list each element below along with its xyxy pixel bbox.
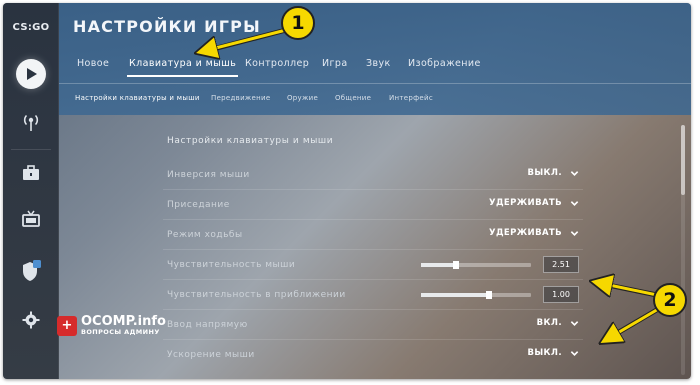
setting-label: Чувствительность мыши [167,260,296,270]
tv-icon [22,210,40,227]
tab-keyboard-mouse[interactable]: Клавиатура и мышь [127,58,239,77]
dropdown-value: ВЫКЛ. [527,348,562,358]
chevron-down-icon [570,230,579,236]
setting-row-invert-mouse: Инверсия мыши ВЫКЛ. [163,160,583,190]
subtab-weapons[interactable]: Оружие [287,94,318,102]
zoom-sensitivity-slider[interactable] [421,291,531,299]
mouse-sensitivity-slider[interactable] [421,261,531,269]
crouch-dropdown[interactable]: УДЕРЖИВАТЬ [489,198,579,208]
subtab-interface[interactable]: Интерфейс [389,94,433,102]
dropdown-value: ВЫКЛ. [527,168,562,178]
setting-label: Чувствительность в приближении [167,290,346,300]
sidebar-divider [11,149,51,150]
watermark-name: OCOMP.info [81,314,166,329]
setting-row-zoom-sensitivity: Чувствительность в приближении 1.00 [163,280,583,310]
sidebar-settings-button[interactable] [16,305,46,335]
play-button[interactable] [16,59,46,89]
sidebar-broadcast-button[interactable] [16,107,46,137]
slider-fill [421,263,457,267]
gear-icon [22,311,40,329]
sidebar-inventory-button[interactable] [16,158,46,188]
walk-mode-dropdown[interactable]: УДЕРЖИВАТЬ [489,228,579,238]
setting-label: Приседание [167,200,230,210]
invert-mouse-dropdown[interactable]: ВЫКЛ. [527,168,579,178]
play-icon [27,68,37,80]
game-settings-window: CS:GO НАСТРОЙКИ ИГРЫ Новое Клавиатура и … [3,3,691,379]
watermark-subtitle: ВОПРОСЫ АДМИНУ [81,328,160,336]
slider-fill [421,293,490,297]
tab-sound[interactable]: Звук [364,58,393,75]
watermark-logo-icon: + [57,315,77,336]
tabs-divider [59,83,691,84]
annotation-badge-1: 1 [281,6,315,40]
dropdown-value: УДЕРЖИВАТЬ [488,228,562,238]
tab-controller[interactable]: Контроллер [243,58,311,75]
slider-handle[interactable] [486,291,493,299]
briefcase-icon [23,165,39,180]
subtab-keyboard-mouse-settings[interactable]: Настройки клавиатуры и мыши [75,94,200,102]
setting-row-raw-input: Ввод напрямую ВКЛ. [163,310,583,340]
slider-handle[interactable] [453,261,460,269]
scrollbar-thumb[interactable] [681,125,685,195]
app-logo: CS:GO [12,22,50,33]
chevron-down-icon [570,170,579,176]
dropdown-value: ВКЛ. [536,318,562,328]
setting-label: Ввод напрямую [167,320,248,330]
sidebar: CS:GO [3,3,59,379]
section-title: Настройки клавиатуры и мыши [167,136,334,146]
setting-row-mouse-acceleration: Ускорение мыши ВЫКЛ. [163,340,583,370]
setting-row-crouch: Приседание УДЕРЖИВАТЬ [163,190,583,220]
mouse-sensitivity-input[interactable]: 2.51 [543,256,579,273]
chevron-down-icon [570,350,579,356]
settings-content: Настройки клавиатуры и мыши Инверсия мыш… [59,115,691,379]
setting-row-walk-mode: Режим ходьбы УДЕРЖИВАТЬ [163,220,583,250]
broadcast-icon [23,114,39,131]
watermark: + OCOMP.info ВОПРОСЫ АДМИНУ [57,315,166,336]
setting-row-mouse-sensitivity: Чувствительность мыши 2.51 [163,250,583,280]
zoom-sensitivity-input[interactable]: 1.00 [543,286,579,303]
annotation-badge-2: 2 [653,283,687,317]
tab-game[interactable]: Игра [320,58,350,75]
setting-label: Режим ходьбы [167,230,243,240]
chevron-down-icon [570,200,579,206]
shield-icon [23,260,41,281]
settings-header: НАСТРОЙКИ ИГРЫ Новое Клавиатура и мышь К… [59,3,691,115]
chevron-down-icon [570,320,579,326]
raw-input-dropdown[interactable]: ВКЛ. [537,318,579,328]
mouse-acceleration-dropdown[interactable]: ВЫКЛ. [527,348,579,358]
tab-new[interactable]: Новое [75,58,111,75]
setting-label: Инверсия мыши [167,170,250,180]
dropdown-value: УДЕРЖИВАТЬ [488,198,562,208]
content-scrollbar[interactable] [681,125,685,375]
subtab-communication[interactable]: Общение [335,94,371,102]
subtab-movement[interactable]: Передвижение [211,94,270,102]
sidebar-watch-button[interactable] [16,204,46,234]
page-title: НАСТРОЙКИ ИГРЫ [73,17,261,36]
setting-label: Ускорение мыши [167,350,255,360]
sidebar-shield-button[interactable] [16,256,46,286]
tab-display[interactable]: Изображение [406,58,483,75]
